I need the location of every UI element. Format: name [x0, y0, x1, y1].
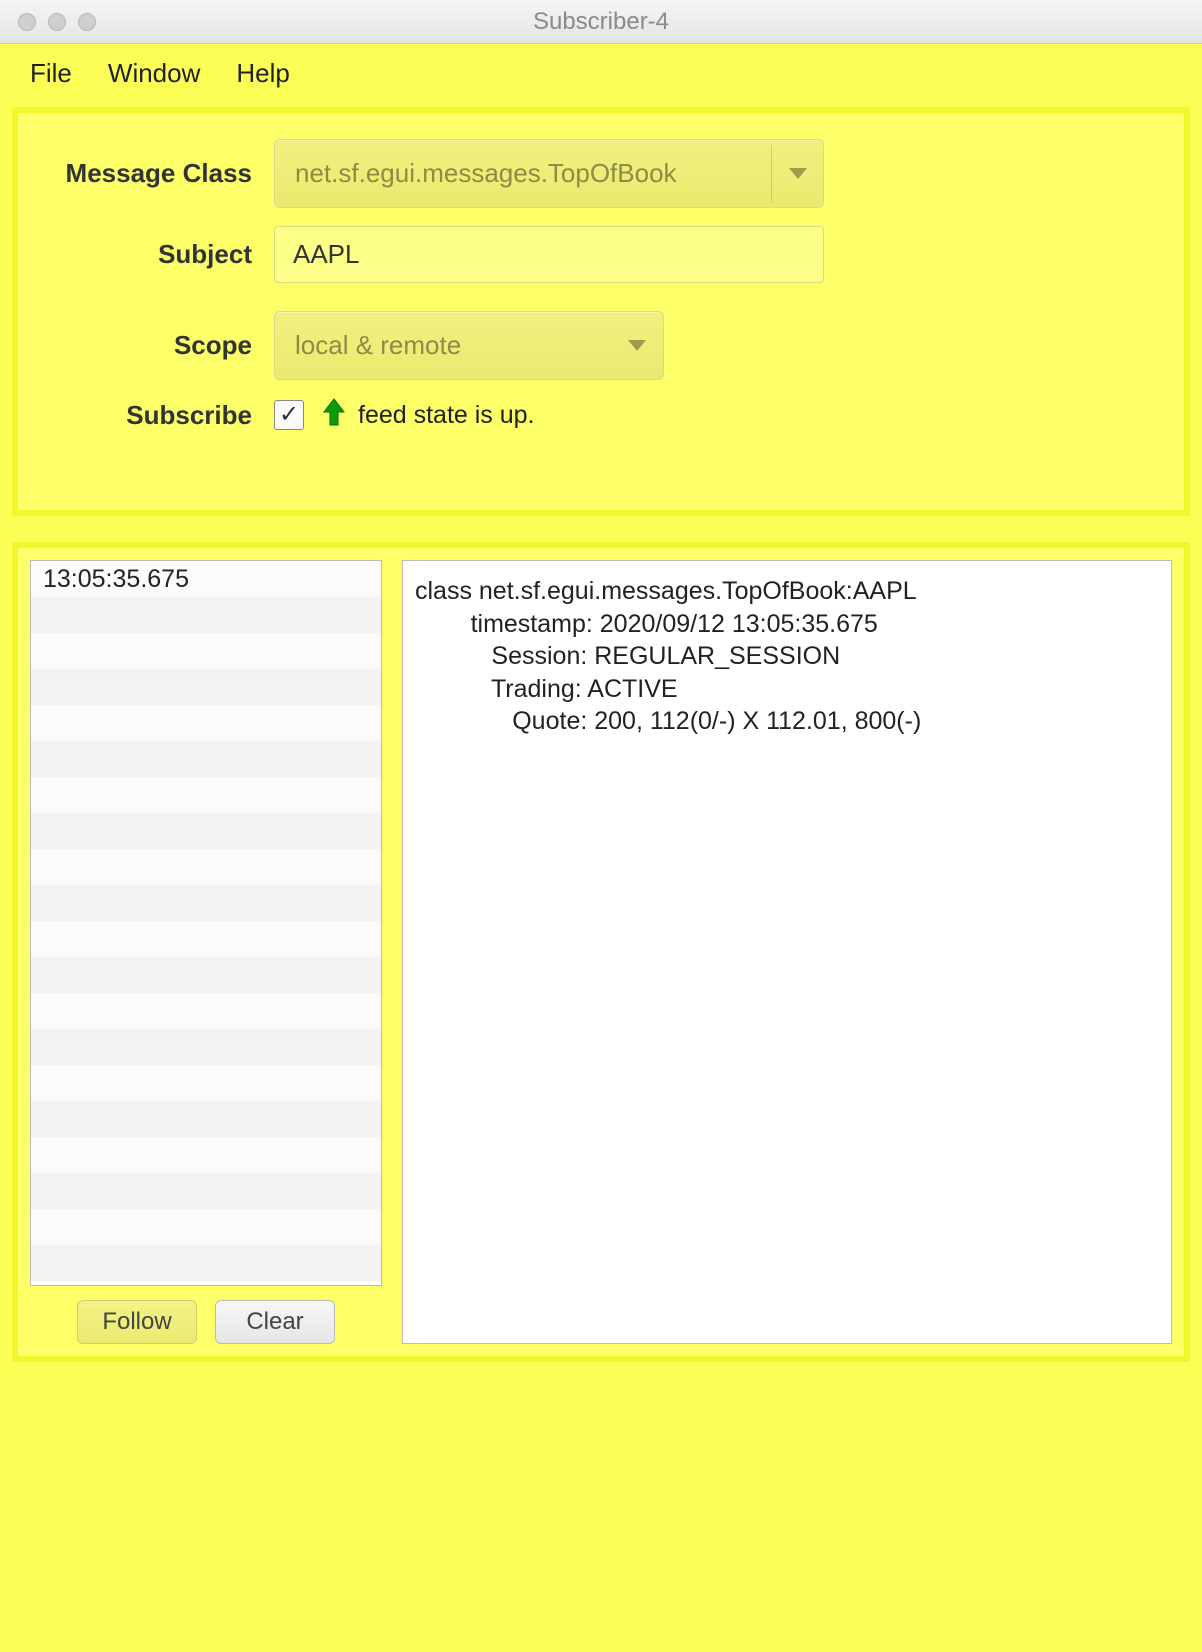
list-item [31, 1029, 381, 1065]
detail-line: timestamp: 2020/09/12 13:05:35.675 [415, 608, 1159, 641]
list-item [31, 597, 381, 633]
left-column: 13:05:35.675 [30, 560, 382, 1344]
button-row: Follow Clear [30, 1286, 382, 1344]
subject-input[interactable]: AAPL [274, 226, 824, 283]
list-item [31, 669, 381, 705]
app-body: File Window Help Message Class net.sf.eg… [0, 44, 1202, 1652]
menubar: File Window Help [0, 44, 1202, 107]
menu-help[interactable]: Help [236, 58, 289, 89]
row-subscribe: Subscribe ✓ feed state is up. [46, 398, 1156, 432]
list-item [31, 849, 381, 885]
window-controls [18, 13, 96, 31]
list-item[interactable]: 13:05:35.675 [31, 561, 381, 597]
row-subject: Subject AAPL [46, 226, 1156, 283]
list-item [31, 1209, 381, 1245]
message-detail-box[interactable]: class net.sf.egui.messages.TopOfBook:AAP… [402, 560, 1172, 1344]
list-item [31, 741, 381, 777]
list-item [31, 1065, 381, 1101]
chevron-down-icon [628, 340, 646, 351]
form-panel: Message Class net.sf.egui.messages.TopOf… [12, 107, 1190, 516]
minimize-window-button[interactable] [48, 13, 66, 31]
list-item [31, 885, 381, 921]
scope-value: local & remote [275, 312, 611, 379]
message-class-label: Message Class [46, 158, 274, 189]
list-item [31, 993, 381, 1029]
menu-file[interactable]: File [30, 58, 72, 89]
list-item [31, 705, 381, 741]
clear-button[interactable]: Clear [215, 1300, 335, 1344]
detail-line: Trading: ACTIVE [415, 673, 1159, 706]
arrow-up-icon [322, 398, 346, 432]
check-icon: ✓ [279, 403, 299, 427]
message-class-value: net.sf.egui.messages.TopOfBook [275, 140, 771, 207]
list-item [31, 1173, 381, 1209]
list-item [31, 957, 381, 993]
list-item [31, 813, 381, 849]
detail-line: Quote: 200, 112(0/-) X 112.01, 800(-) [415, 705, 1159, 738]
zoom-window-button[interactable] [78, 13, 96, 31]
list-item [31, 633, 381, 669]
row-message-class: Message Class net.sf.egui.messages.TopOf… [46, 139, 1156, 208]
timestamp-list[interactable]: 13:05:35.675 [30, 560, 382, 1286]
chevron-down-icon [789, 168, 807, 179]
list-item [31, 1245, 381, 1281]
scope-combo[interactable]: local & remote [274, 311, 664, 380]
list-item [31, 1137, 381, 1173]
subscribe-label: Subscribe [46, 400, 274, 431]
detail-line: class net.sf.egui.messages.TopOfBook:AAP… [415, 575, 1159, 608]
subject-label: Subject [46, 239, 274, 270]
message-class-combo[interactable]: net.sf.egui.messages.TopOfBook [274, 139, 824, 208]
list-item [31, 921, 381, 957]
follow-button[interactable]: Follow [77, 1300, 197, 1344]
lower-panel: 13:05:35.675 [12, 542, 1190, 1362]
detail-line: Session: REGULAR_SESSION [415, 640, 1159, 673]
close-window-button[interactable] [18, 13, 36, 31]
scope-dropdown-arrow[interactable] [611, 340, 663, 351]
list-item [31, 777, 381, 813]
scope-label: Scope [46, 330, 274, 361]
list-item [31, 1101, 381, 1137]
menu-window[interactable]: Window [108, 58, 200, 89]
feed-state-text: feed state is up. [358, 401, 535, 430]
subscribe-checkbox[interactable]: ✓ [274, 400, 304, 430]
message-class-dropdown-arrow[interactable] [771, 145, 823, 203]
titlebar: Subscriber-4 [0, 0, 1202, 44]
row-scope: Scope local & remote [46, 311, 1156, 380]
window-title: Subscriber-4 [0, 8, 1202, 36]
